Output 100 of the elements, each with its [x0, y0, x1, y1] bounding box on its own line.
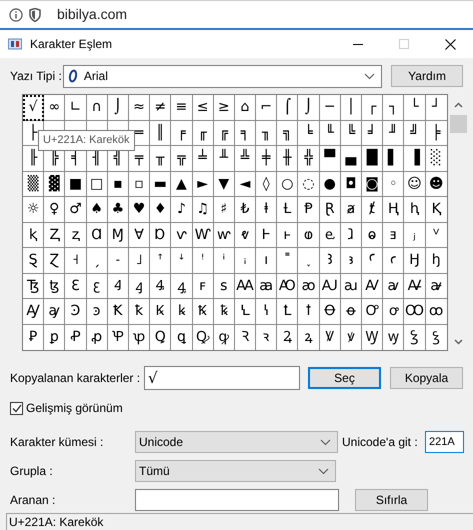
character-cell[interactable]: └	[404, 95, 426, 120]
character-cell[interactable]: Ꝉ	[277, 299, 298, 324]
character-cell[interactable]: ☺	[404, 172, 426, 197]
character-cell[interactable]: ─	[320, 95, 341, 120]
character-cell[interactable]: ꜵ	[298, 274, 320, 299]
character-cell[interactable]: │	[340, 95, 362, 120]
character-cell[interactable]: ≠	[150, 95, 172, 120]
character-cell[interactable]: ꝡ	[383, 324, 404, 350]
character-cell[interactable]: ꝑ	[44, 324, 66, 350]
character-cell[interactable]: ꝟ	[340, 324, 362, 350]
character-cell[interactable]: ▲	[171, 172, 192, 197]
character-cell[interactable]: ▀	[320, 146, 341, 172]
character-cell[interactable]: ╛	[362, 120, 384, 146]
reset-button[interactable]: Sıfırla	[355, 489, 428, 511]
character-cell[interactable]: ╨	[214, 146, 235, 172]
character-cell[interactable]: ▄	[340, 146, 362, 172]
character-cell[interactable]: ⱼ	[404, 222, 426, 248]
advanced-view-checkbox[interactable]	[10, 402, 23, 414]
character-cell[interactable]: ꜰ	[192, 274, 214, 299]
character-cell[interactable]: Ꝡ	[362, 324, 384, 350]
character-cell[interactable]: ╧	[192, 146, 214, 172]
character-cell[interactable]: ♠	[86, 197, 108, 222]
character-cell[interactable]: ⱸ	[320, 222, 341, 248]
character-cell[interactable]: ı	[256, 248, 278, 274]
character-cell[interactable]: ⱬ	[65, 222, 87, 248]
character-cell[interactable]: ╪	[256, 146, 278, 172]
character-cell[interactable]: ╖	[256, 120, 278, 146]
character-cell[interactable]: Ⱳ	[192, 222, 214, 248]
character-cell[interactable]: ꜫ	[86, 274, 108, 299]
character-cell[interactable]: Ⱶ	[256, 222, 278, 248]
character-cell[interactable]: ╔	[214, 120, 235, 146]
character-cell[interactable]: Ɱ	[108, 222, 129, 248]
character-cell[interactable]: ♥	[128, 197, 150, 222]
character-cell[interactable]: ꜻ	[426, 274, 447, 299]
character-cell[interactable]: ∟	[65, 95, 87, 120]
character-cell[interactable]: Ꝣ	[404, 324, 426, 350]
character-cell[interactable]: ˏ	[86, 248, 108, 274]
character-cell[interactable]: Ꜣ	[320, 248, 341, 274]
character-cell[interactable]: ⱺ	[362, 222, 384, 248]
character-cell[interactable]: ꜜ	[171, 248, 192, 274]
character-cell[interactable]: ≥	[214, 95, 235, 120]
character-cell[interactable]: ⌂	[234, 95, 256, 120]
scrollbar-thumb[interactable]	[450, 115, 467, 133]
character-cell[interactable]: ꝛ	[256, 324, 278, 350]
character-cell[interactable]: ⱹ	[340, 222, 362, 248]
character-cell[interactable]: ⱳ	[214, 222, 235, 248]
character-cell[interactable]: ⱡ	[256, 197, 278, 222]
character-cell[interactable]: Ꝗ	[150, 324, 172, 350]
character-cell[interactable]: ꝝ	[298, 324, 320, 350]
character-cell[interactable]: ▬	[150, 172, 172, 197]
character-cell[interactable]: █	[362, 146, 384, 172]
character-cell[interactable]: Ꝍ	[362, 299, 384, 324]
character-cell[interactable]: ⱨ	[404, 197, 426, 222]
scroll-up-icon[interactable]	[454, 102, 463, 108]
goto-unicode-field[interactable]: 221A	[425, 431, 464, 453]
character-cell[interactable]: ■	[65, 172, 87, 197]
character-cell[interactable]: ▐	[404, 146, 426, 172]
charset-dropdown[interactable]: Unicode	[135, 431, 338, 453]
info-icon[interactable]	[9, 8, 23, 22]
character-cell[interactable]: ⌡	[298, 95, 320, 120]
character-cell[interactable]: ꝇ	[256, 299, 278, 324]
character-cell[interactable]: ⱶ	[277, 222, 298, 248]
character-cell[interactable]: ꜱ	[214, 274, 235, 299]
character-cell[interactable]: Ᵽ	[298, 197, 320, 222]
character-cell[interactable]: ◦	[383, 172, 404, 197]
character-cell[interactable]: ☼	[23, 197, 44, 222]
character-cell[interactable]: ⱻ	[383, 222, 404, 248]
character-cell[interactable]: Ꜻ	[404, 274, 426, 299]
character-cell[interactable]: ⱱ	[171, 222, 192, 248]
character-cell[interactable]: ╙	[320, 120, 341, 146]
character-cell[interactable]: Ꜩ	[23, 274, 44, 299]
character-cell[interactable]: ⱷ	[298, 222, 320, 248]
character-cell[interactable]: ꝋ	[340, 299, 362, 324]
character-cell[interactable]: Ꜹ	[362, 274, 384, 299]
character-cell[interactable]: ▓	[44, 172, 66, 197]
character-cell[interactable]: ♀	[44, 197, 66, 222]
character-cell[interactable]: ꜭ	[128, 274, 150, 299]
character-cell[interactable]: ∩	[86, 95, 108, 120]
character-cell[interactable]: Ȿ	[23, 248, 44, 274]
character-cell[interactable]: Ꝓ	[65, 324, 87, 350]
character-cell[interactable]: ▪	[108, 172, 129, 197]
character-cell[interactable]: ◌	[298, 172, 320, 197]
character-cell[interactable]: ≤	[192, 95, 214, 120]
character-cell[interactable]: ꜧ	[426, 248, 447, 274]
character-cell[interactable]: ꝗ	[171, 324, 192, 350]
character-cell[interactable]: Ꜧ	[404, 248, 426, 274]
character-cell[interactable]: Ꜫ	[65, 274, 87, 299]
character-cell[interactable]: ꜛ	[150, 248, 172, 274]
character-cell[interactable]: ꜹ	[383, 274, 404, 299]
character-cell[interactable]: ●	[320, 172, 341, 197]
character-cell[interactable]: ∞	[44, 95, 66, 120]
character-cell[interactable]: ╫	[277, 146, 298, 172]
character-cell[interactable]: ꝍ	[383, 299, 404, 324]
character-cell[interactable]: ꝓ	[86, 324, 108, 350]
character-cell[interactable]: ♯	[214, 197, 235, 222]
character-cell[interactable]: ▒	[23, 172, 44, 197]
character-cell[interactable]: ꝕ	[128, 324, 150, 350]
character-cell[interactable]: ╕	[234, 120, 256, 146]
character-cell[interactable]: Ꝃ	[150, 299, 172, 324]
character-cell[interactable]: ░	[426, 146, 447, 172]
